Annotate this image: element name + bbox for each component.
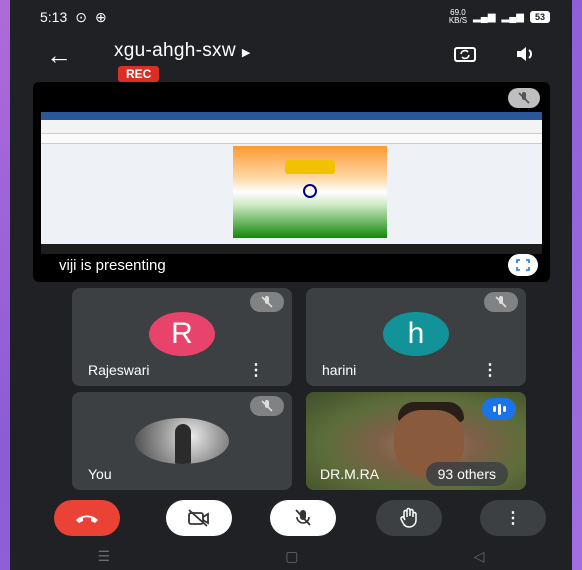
shared-document [233,146,387,238]
call-controls: ⋮ [10,500,572,538]
switch-camera-icon[interactable] [450,40,480,68]
status-bar: 5:13 ⊙ ⊕ 69.0 KB/S ▂▄▆ ▂▄▆ 53 [10,0,572,34]
mic-off-icon [295,509,311,526]
others-count[interactable]: 93 others [425,462,508,486]
app-notification-icon: ⊕ [94,8,107,25]
signal-2-icon: ▂▄▆ [501,11,524,23]
camera-toggle-button[interactable] [166,500,232,536]
notification-icon: ⊙ [75,8,87,25]
chakra-icon [303,184,317,198]
fullscreen-icon[interactable] [508,254,538,276]
participant-name: DR.M.RA [320,466,380,482]
system-nav-bar: ☰ ▢ ◁ [10,542,572,570]
more-vert-icon: ⋮ [505,510,521,527]
mic-off-icon [484,292,518,312]
status-time: 5:13 [40,9,68,25]
meeting-header: ← xgu-ahgh-sxw ▶ REC [10,34,572,82]
home-icon[interactable]: ▢ [285,548,298,565]
video-tile[interactable]: DR.M.RA 93 others [306,392,526,490]
back-icon[interactable]: ◁ [474,548,485,565]
profile-photo [135,418,229,464]
mic-off-icon [250,292,284,312]
mic-off-icon [250,396,284,416]
speaker-icon[interactable] [510,40,540,68]
participant-name: Rajeswari [88,362,150,378]
participant-name: You [88,466,112,482]
presentation-tile[interactable]: viji is presenting [33,82,550,282]
rec-badge: REC [118,66,160,82]
mic-off-icon [508,88,540,108]
phone-screen: 5:13 ⊙ ⊕ 69.0 KB/S ▂▄▆ ▂▄▆ 53 ← xgu-ahgh-… [10,0,572,570]
meeting-code[interactable]: xgu-ahgh-sxw ▶ [114,40,251,62]
raise-hand-icon [400,507,417,528]
participant-tile[interactable]: R Rajeswari ⋮ [72,288,292,386]
menu-icon[interactable]: ☰ [98,548,111,565]
more-vert-icon[interactable]: ⋮ [248,360,264,380]
participant-name: harini [322,362,357,378]
shared-screen [41,112,542,254]
back-arrow-icon[interactable]: ← [46,42,72,68]
participant-tile[interactable]: h harini ⋮ [306,288,526,386]
more-vert-icon[interactable]: ⋮ [482,360,498,380]
camera-off-icon [188,509,209,527]
chevron-right-icon: ▶ [241,47,251,59]
signal-icon: ▂▄▆ [473,11,496,23]
avatar: h [383,312,449,356]
mic-toggle-button[interactable] [270,500,336,536]
speaking-indicator-icon [482,398,516,420]
hang-up-icon [76,515,98,523]
battery-indicator: 53 [529,11,550,23]
more-options-button[interactable]: ⋮ [480,500,546,536]
raise-hand-button[interactable] [376,500,442,536]
presenting-label: viji is presenting [59,257,166,274]
hang-up-button[interactable] [54,500,120,536]
network-speed: 69.0 KB/S [448,8,468,25]
self-tile[interactable]: You [72,392,292,490]
avatar: R [149,312,215,356]
